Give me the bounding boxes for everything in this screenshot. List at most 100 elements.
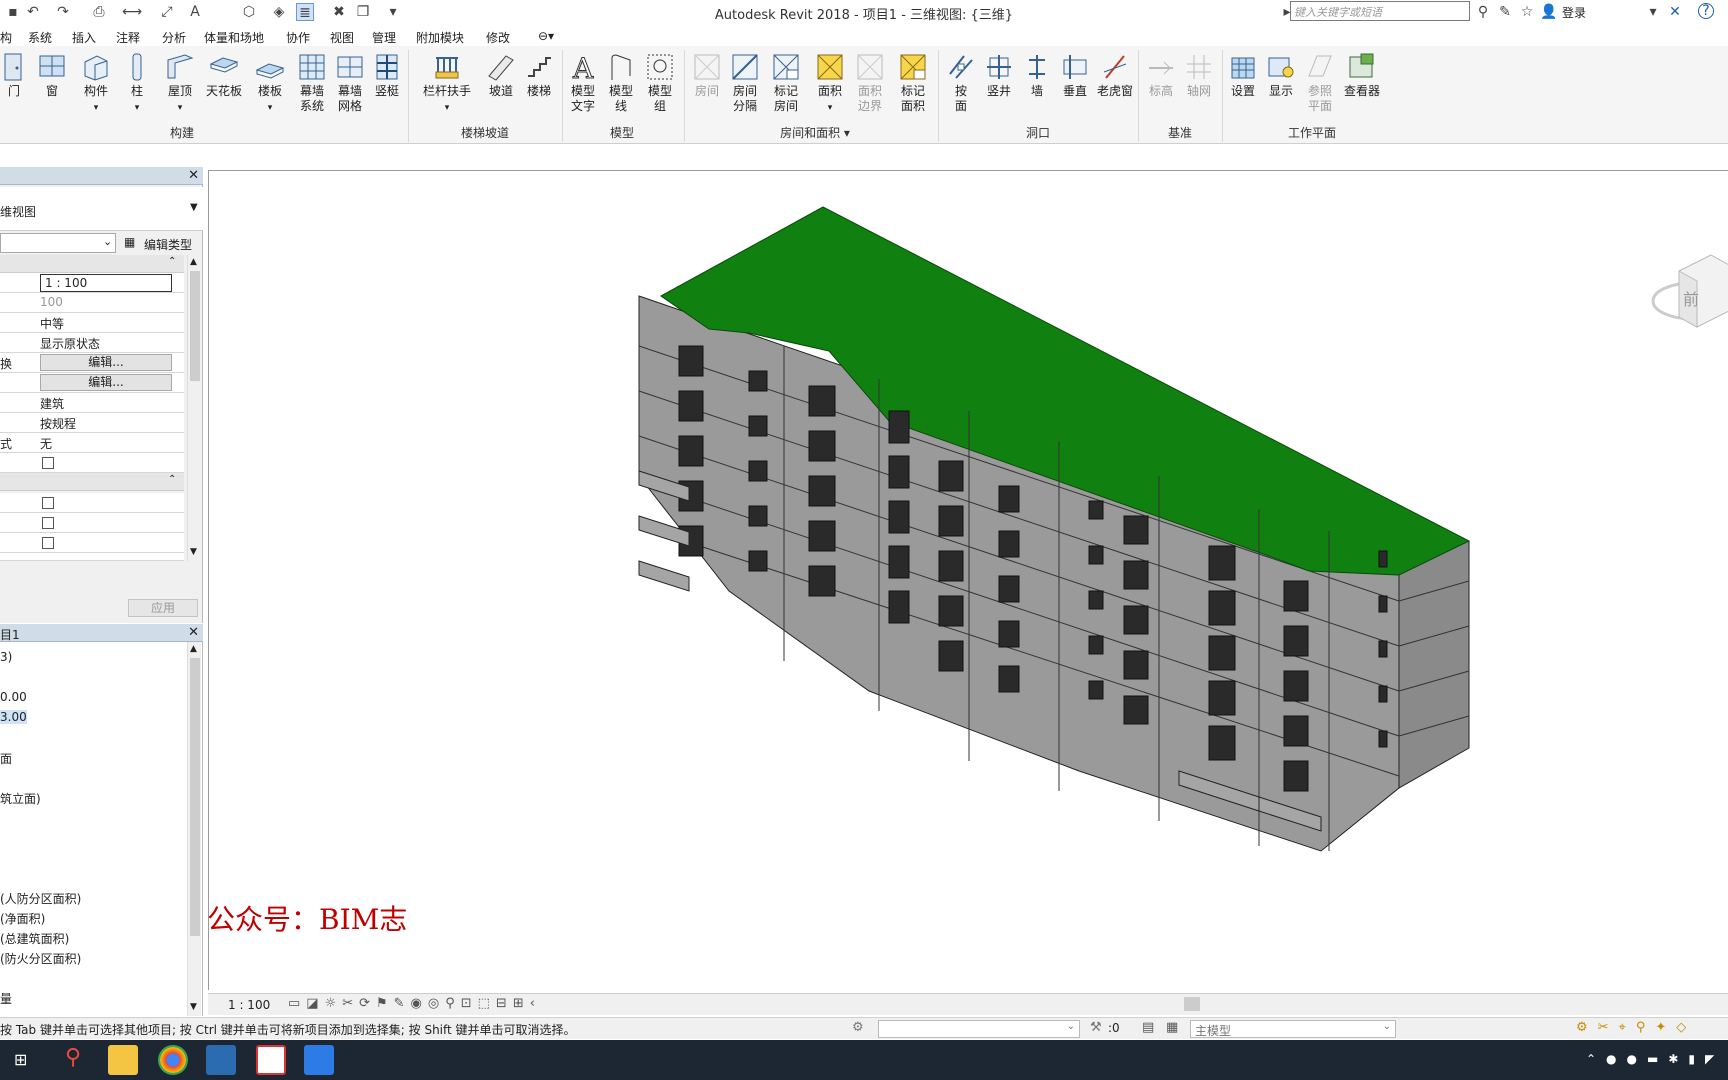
menu-insert[interactable]: 插入 — [72, 29, 96, 46]
tree-item[interactable]: (净面积) — [0, 910, 45, 927]
menu-systems[interactable]: 系统 — [28, 29, 52, 46]
tag-area-button[interactable]: 标记 面积 — [894, 52, 932, 114]
scale-label[interactable]: 1 : 100 — [228, 998, 270, 1012]
scroll-down-icon[interactable]: ▼ — [190, 1002, 197, 1012]
menu-view[interactable]: 视图 — [330, 29, 354, 46]
workset-dropdown[interactable]: ⌄ — [878, 1020, 1080, 1038]
dropdown-icon[interactable]: ▾ — [1644, 3, 1662, 21]
level-button[interactable]: 标高 — [1144, 52, 1178, 99]
component-button[interactable]: 构件 ▾ — [76, 52, 116, 116]
ref-plane-button[interactable]: 参照 平面 — [1302, 52, 1338, 114]
help-icon[interactable]: ? — [1698, 3, 1714, 19]
prop-row-parts-visibility[interactable]: 显示原状态 — [0, 333, 184, 353]
apply-button[interactable]: 应用 — [128, 599, 198, 617]
edit-type-button[interactable]: ▦ 编辑类型 — [122, 233, 202, 253]
prop-row-show-hidden[interactable]: 按规程 — [0, 413, 184, 433]
favorites-icon[interactable]: ☆ — [1518, 3, 1536, 21]
checkbox[interactable] — [42, 497, 54, 509]
scroll-up-icon[interactable]: ▲ — [190, 257, 197, 267]
roof-button[interactable]: 屋顶 ▾ — [162, 52, 198, 116]
section-extents-header[interactable]: ⌃ — [0, 473, 184, 491]
stair-button[interactable]: 楼梯 — [522, 52, 556, 99]
section-graphics-header[interactable]: ⌃ — [0, 255, 184, 273]
design-options-icon[interactable]: ▦ — [1166, 1020, 1178, 1035]
user-icon[interactable]: 👤 — [1540, 3, 1558, 21]
tree-item[interactable]: 0.00 — [0, 690, 27, 704]
subscription-icon[interactable]: ✎ — [1496, 3, 1514, 21]
system-tray-icons[interactable]: ⌃●●▬✱▮◤ — [1586, 1052, 1724, 1066]
tag-room-button[interactable]: 标记 房间 — [766, 52, 806, 114]
instance-filter-dropdown[interactable]: ⌄ — [0, 233, 116, 253]
vg-edit-button[interactable]: 编辑... — [40, 354, 172, 371]
tree-item[interactable]: 面 — [0, 750, 12, 767]
menu-manage[interactable]: 管理 — [372, 29, 396, 46]
type-selector[interactable]: 维视图 ▼ — [0, 187, 203, 231]
tree-item-selected[interactable]: 3.00 — [0, 710, 27, 724]
close-icon[interactable]: ✕ — [188, 167, 199, 184]
model-line-button[interactable]: 模型 线 — [604, 52, 638, 114]
scroll-thumb[interactable] — [190, 271, 200, 381]
chevron-down-icon[interactable]: ▼ — [190, 202, 198, 213]
revit-icon[interactable] — [256, 1045, 286, 1075]
task-view-icon[interactable]: ⊞ — [14, 1050, 27, 1069]
scroll-down-icon[interactable]: ▼ — [190, 547, 197, 557]
cad-icon[interactable] — [206, 1045, 236, 1075]
search-input[interactable]: 键入关键字或短语 — [1290, 1, 1470, 21]
panel-room-label[interactable]: 房间和面积 ▾ — [770, 124, 860, 141]
dormer-button[interactable]: 老虎窗 — [1094, 52, 1136, 99]
menu-massing[interactable]: 体量和场地 — [204, 29, 264, 46]
view-cube[interactable]: 前 — [1649, 241, 1728, 351]
prop-row-detail-level[interactable]: 中等 — [0, 313, 184, 333]
area-button[interactable]: 面积 ▾ — [812, 52, 848, 116]
wall-opening-button[interactable]: 墙 — [1022, 52, 1052, 99]
exchange-apps-icon[interactable]: ✕ — [1666, 3, 1684, 21]
scroll-up-icon[interactable]: ▲ — [190, 644, 197, 654]
design-option-dropdown[interactable]: 主模型 ⌄ — [1190, 1020, 1396, 1038]
tree-item[interactable]: 筑立面) — [0, 790, 41, 807]
prop-row-discipline[interactable]: 建筑 — [0, 393, 184, 413]
ceiling-button[interactable]: 天花板 — [202, 52, 246, 99]
prop-row-sun-path[interactable]: 式 无 — [0, 433, 184, 453]
menu-addins[interactable]: 附加模块 — [416, 29, 464, 46]
properties-scrollbar[interactable]: ▲ ▼ — [187, 255, 201, 561]
selection-options-icons[interactable]: ⚙✂⌖⚲✦◇ — [1576, 1020, 1696, 1035]
binoculars-icon[interactable]: ⚲ — [1474, 3, 1492, 21]
checkbox[interactable] — [42, 457, 54, 469]
vertical-opening-button[interactable]: 垂直 — [1058, 52, 1092, 99]
room-separator-button[interactable]: 房间 分隔 — [728, 52, 762, 114]
railing-button[interactable]: 栏杆扶手 ▾ — [418, 52, 476, 116]
door-button[interactable]: 门 — [0, 52, 32, 99]
tree-item[interactable]: (防火分区面积) — [0, 950, 81, 967]
search-icon[interactable]: ⚲ — [58, 1045, 88, 1075]
room-button[interactable]: 房间 — [690, 52, 724, 99]
view-controls-icons[interactable]: ▭◪☼✂⟳⚑✎◉◎⚲⊡⬚⊟⊞‹ — [288, 996, 541, 1011]
curtain-system-button[interactable]: 幕墙 系统 — [294, 52, 330, 114]
filter-icon[interactable]: ▤ — [1142, 1020, 1154, 1035]
editable-only-icon[interactable]: ⚒ — [1090, 1020, 1102, 1035]
set-workplane-button[interactable]: 设置 — [1226, 52, 1260, 99]
grid-button[interactable]: 轴网 — [1182, 52, 1216, 99]
display-edit-button[interactable]: 编辑... — [40, 374, 172, 391]
model-text-button[interactable]: A 模型 文字 — [566, 52, 600, 114]
browser-scrollbar[interactable]: ▲ ▼ — [187, 642, 201, 1016]
by-face-button[interactable]: 按 面 — [944, 52, 978, 114]
menu-collaborate[interactable]: 协作 — [286, 29, 310, 46]
checkbox[interactable] — [42, 537, 54, 549]
mullion-button[interactable]: 竖梃 — [370, 52, 404, 99]
tree-item[interactable]: 3) — [0, 650, 12, 664]
tree-item[interactable]: 量 — [0, 990, 12, 1007]
window-button[interactable]: 窗 — [34, 52, 70, 99]
login-link[interactable]: 登录 — [1562, 4, 1586, 21]
shaft-button[interactable]: 竖井 — [982, 52, 1016, 99]
show-workplane-button[interactable]: 显示 — [1264, 52, 1298, 99]
scale-input[interactable]: 1 : 100 — [40, 274, 172, 292]
menu-modify[interactable]: 修改 — [486, 29, 510, 46]
file-explorer-icon[interactable] — [108, 1045, 138, 1075]
floor-button[interactable]: 楼板 ▾ — [252, 52, 288, 116]
column-button[interactable]: 柱 ▾ — [122, 52, 152, 116]
viewer-button[interactable]: 查看器 — [1340, 52, 1384, 99]
scroll-thumb[interactable] — [190, 658, 200, 936]
workset-icon[interactable]: ⚙ — [852, 1020, 864, 1035]
model-group-button[interactable]: 模型 组 — [642, 52, 678, 114]
3d-viewport[interactable]: 前 公众号：BIM志 — [207, 170, 1728, 990]
